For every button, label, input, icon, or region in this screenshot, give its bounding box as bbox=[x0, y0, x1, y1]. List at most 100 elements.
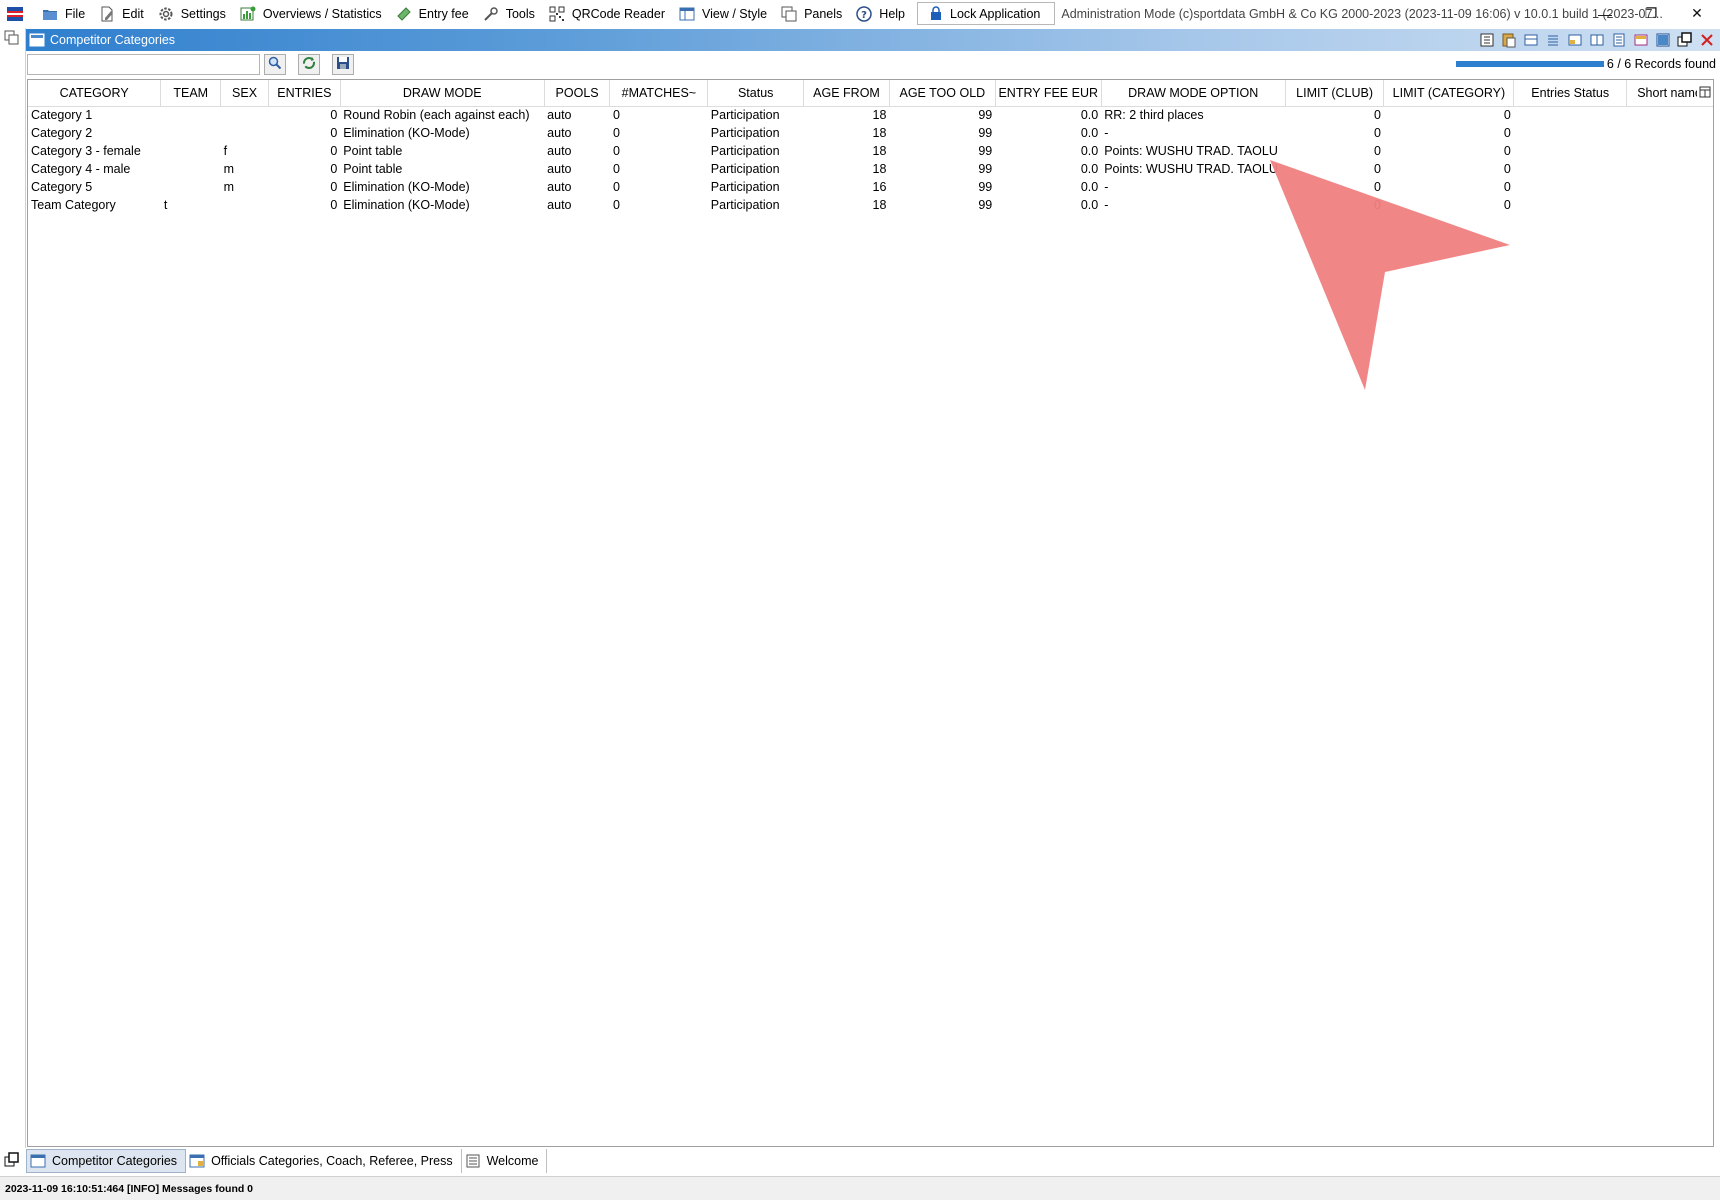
table-cell: Elimination (KO-Mode) bbox=[343, 180, 470, 194]
column-header[interactable]: AGE FROM bbox=[803, 80, 890, 107]
column-header[interactable]: SEX bbox=[220, 80, 269, 107]
categories-icon bbox=[29, 32, 45, 48]
menu-edit[interactable]: Edit bbox=[93, 0, 152, 27]
column-header[interactable]: AGE TOO OLD bbox=[889, 80, 996, 107]
categories-tab-icon bbox=[30, 1153, 46, 1169]
table-cell bbox=[1627, 196, 1713, 214]
report-icon[interactable] bbox=[1566, 31, 1584, 49]
table-cell: Points: WUSHU TRAD. TAOLU bbox=[1104, 162, 1278, 176]
table-row[interactable]: Category 5 m 0 Elimination (KO-Mode) auto 0 Pa… bbox=[28, 178, 1713, 196]
money-icon bbox=[395, 5, 413, 23]
table-cell: 99 bbox=[978, 180, 993, 194]
categories-table[interactable]: CATEGORY TEAM SEX ENTRIES DRAW MODE POOLS #MAT… bbox=[27, 79, 1714, 1147]
table-cell: Participation bbox=[710, 198, 780, 212]
save-button[interactable] bbox=[332, 54, 354, 75]
column-header[interactable]: LIMIT (CLUB) bbox=[1285, 80, 1385, 107]
menu-edit-label: Edit bbox=[122, 6, 144, 21]
file-icon bbox=[41, 5, 59, 23]
column-header[interactable]: DRAW MODE bbox=[340, 80, 545, 107]
qrcode-icon bbox=[548, 5, 566, 23]
table-row[interactable]: Category 1 0 Round Robin (each against eac… bbox=[28, 106, 1713, 124]
panel-menu-icon[interactable] bbox=[4, 1152, 22, 1170]
column-header[interactable]: LIMIT (CATEGORY) bbox=[1383, 80, 1515, 107]
panel-tools bbox=[1474, 29, 1716, 51]
close-button[interactable]: ✕ bbox=[1674, 0, 1720, 27]
view-icon bbox=[678, 5, 696, 23]
column-header[interactable]: Entries Status bbox=[1513, 80, 1628, 107]
table-cell: f bbox=[223, 144, 228, 158]
menu-panels[interactable]: Panels bbox=[775, 0, 850, 27]
table-cell: m bbox=[223, 162, 235, 176]
column-chooser-button[interactable] bbox=[1697, 80, 1713, 106]
table-cell: - bbox=[1104, 198, 1109, 212]
search-button[interactable] bbox=[264, 54, 286, 75]
grid-view-icon[interactable] bbox=[1654, 31, 1672, 49]
menu-file[interactable]: File bbox=[36, 0, 93, 27]
table-cell: 0.0 bbox=[1080, 180, 1099, 194]
table-cell: 0 bbox=[1374, 180, 1381, 194]
lock-icon bbox=[930, 5, 944, 22]
lock-application-button[interactable]: Lock Application bbox=[917, 2, 1056, 25]
detach-panel-icon[interactable] bbox=[1676, 31, 1694, 49]
list-icon[interactable] bbox=[1544, 31, 1562, 49]
menu-entry-fee[interactable]: Entry fee bbox=[390, 0, 477, 27]
column-header[interactable]: ENTRY FEE EUR bbox=[995, 80, 1102, 107]
table-cell bbox=[1627, 160, 1713, 178]
table-cell: Elimination (KO-Mode) bbox=[343, 198, 470, 212]
column-header[interactable]: POOLS bbox=[544, 80, 611, 107]
menu-tools-label: Tools bbox=[505, 6, 535, 21]
column-header[interactable]: DRAW MODE OPTION bbox=[1101, 80, 1286, 107]
refresh-icon bbox=[302, 56, 316, 73]
panel-switch-icon[interactable] bbox=[4, 30, 22, 48]
search-input[interactable] bbox=[27, 54, 260, 75]
panel-title-bar: Competitor Categories bbox=[26, 29, 1720, 51]
table-cell: 0 bbox=[1503, 126, 1511, 140]
menu-view-style[interactable]: View / Style bbox=[673, 0, 775, 27]
refresh-button[interactable] bbox=[298, 54, 320, 75]
column-header[interactable]: Status bbox=[707, 80, 805, 107]
table-cell: Category 5 bbox=[31, 180, 93, 194]
color-style-icon[interactable] bbox=[1632, 31, 1650, 49]
table-body: Category 1 0 Round Robin (each against eac… bbox=[28, 106, 1713, 214]
close-panel-icon[interactable] bbox=[1698, 31, 1716, 49]
menu-settings[interactable]: Settings bbox=[152, 0, 234, 27]
column-header[interactable]: TEAM bbox=[160, 80, 222, 107]
menu-overviews-statistics[interactable]: Overviews / Statistics bbox=[234, 0, 390, 27]
table-row[interactable]: Category 2 0 Elimination (KO-Mode) auto 0 Par… bbox=[28, 124, 1713, 142]
minimize-button[interactable]: — bbox=[1582, 0, 1628, 27]
table-cell: Participation bbox=[710, 108, 780, 123]
restore-button[interactable]: ❐ bbox=[1628, 0, 1674, 27]
table-cell: 0.0 bbox=[1080, 198, 1099, 212]
clipboard-icon[interactable] bbox=[1500, 31, 1518, 49]
table-row[interactable]: Team Category t 0 Elimination (KO-Mode) auto… bbox=[28, 196, 1713, 214]
table-cell bbox=[1514, 106, 1627, 124]
table-cell: auto bbox=[547, 108, 572, 123]
export-icon[interactable] bbox=[1478, 31, 1496, 49]
table-cell bbox=[1627, 106, 1713, 124]
table-cell: 0 bbox=[1374, 108, 1381, 123]
table-cell: Points: WUSHU TRAD. TAOLU bbox=[1104, 144, 1278, 158]
menu-help[interactable]: ? Help bbox=[850, 0, 913, 27]
tab-officials-categories[interactable]: Officials Categories, Coach, Referee, Pr… bbox=[186, 1149, 462, 1173]
table-cell: - bbox=[1104, 180, 1109, 194]
table-cell: Elimination (KO-Mode) bbox=[343, 126, 470, 140]
table-cell: 0.0 bbox=[1080, 108, 1099, 123]
layout-2-icon[interactable] bbox=[1588, 31, 1606, 49]
table-cell: RR: 2 third places bbox=[1104, 108, 1204, 123]
column-header[interactable]: CATEGORY bbox=[28, 80, 162, 107]
menu-entry-fee-label: Entry fee bbox=[418, 6, 469, 21]
table-cell: 0 bbox=[330, 198, 338, 212]
tab-competitor-categories[interactable]: Competitor Categories bbox=[26, 1149, 187, 1173]
table-cell: auto bbox=[547, 126, 572, 140]
menu-tools[interactable]: Tools bbox=[477, 0, 543, 27]
layout-1-icon[interactable] bbox=[1522, 31, 1540, 49]
table-cell: - bbox=[1104, 126, 1109, 140]
table-row[interactable]: Category 4 - male m 0 Point table auto 0 Parti… bbox=[28, 160, 1713, 178]
column-header[interactable]: #MATCHES~ bbox=[609, 80, 709, 107]
table-row[interactable]: Category 3 - female f 0 Point table auto 0 Par… bbox=[28, 142, 1713, 160]
tab-welcome[interactable]: Welcome bbox=[462, 1149, 548, 1173]
column-header[interactable]: ENTRIES bbox=[268, 80, 341, 107]
menu-qrcode-reader[interactable]: QRCode Reader bbox=[543, 0, 673, 27]
layout-3-icon[interactable] bbox=[1610, 31, 1628, 49]
table-cell: Participation bbox=[710, 162, 780, 176]
